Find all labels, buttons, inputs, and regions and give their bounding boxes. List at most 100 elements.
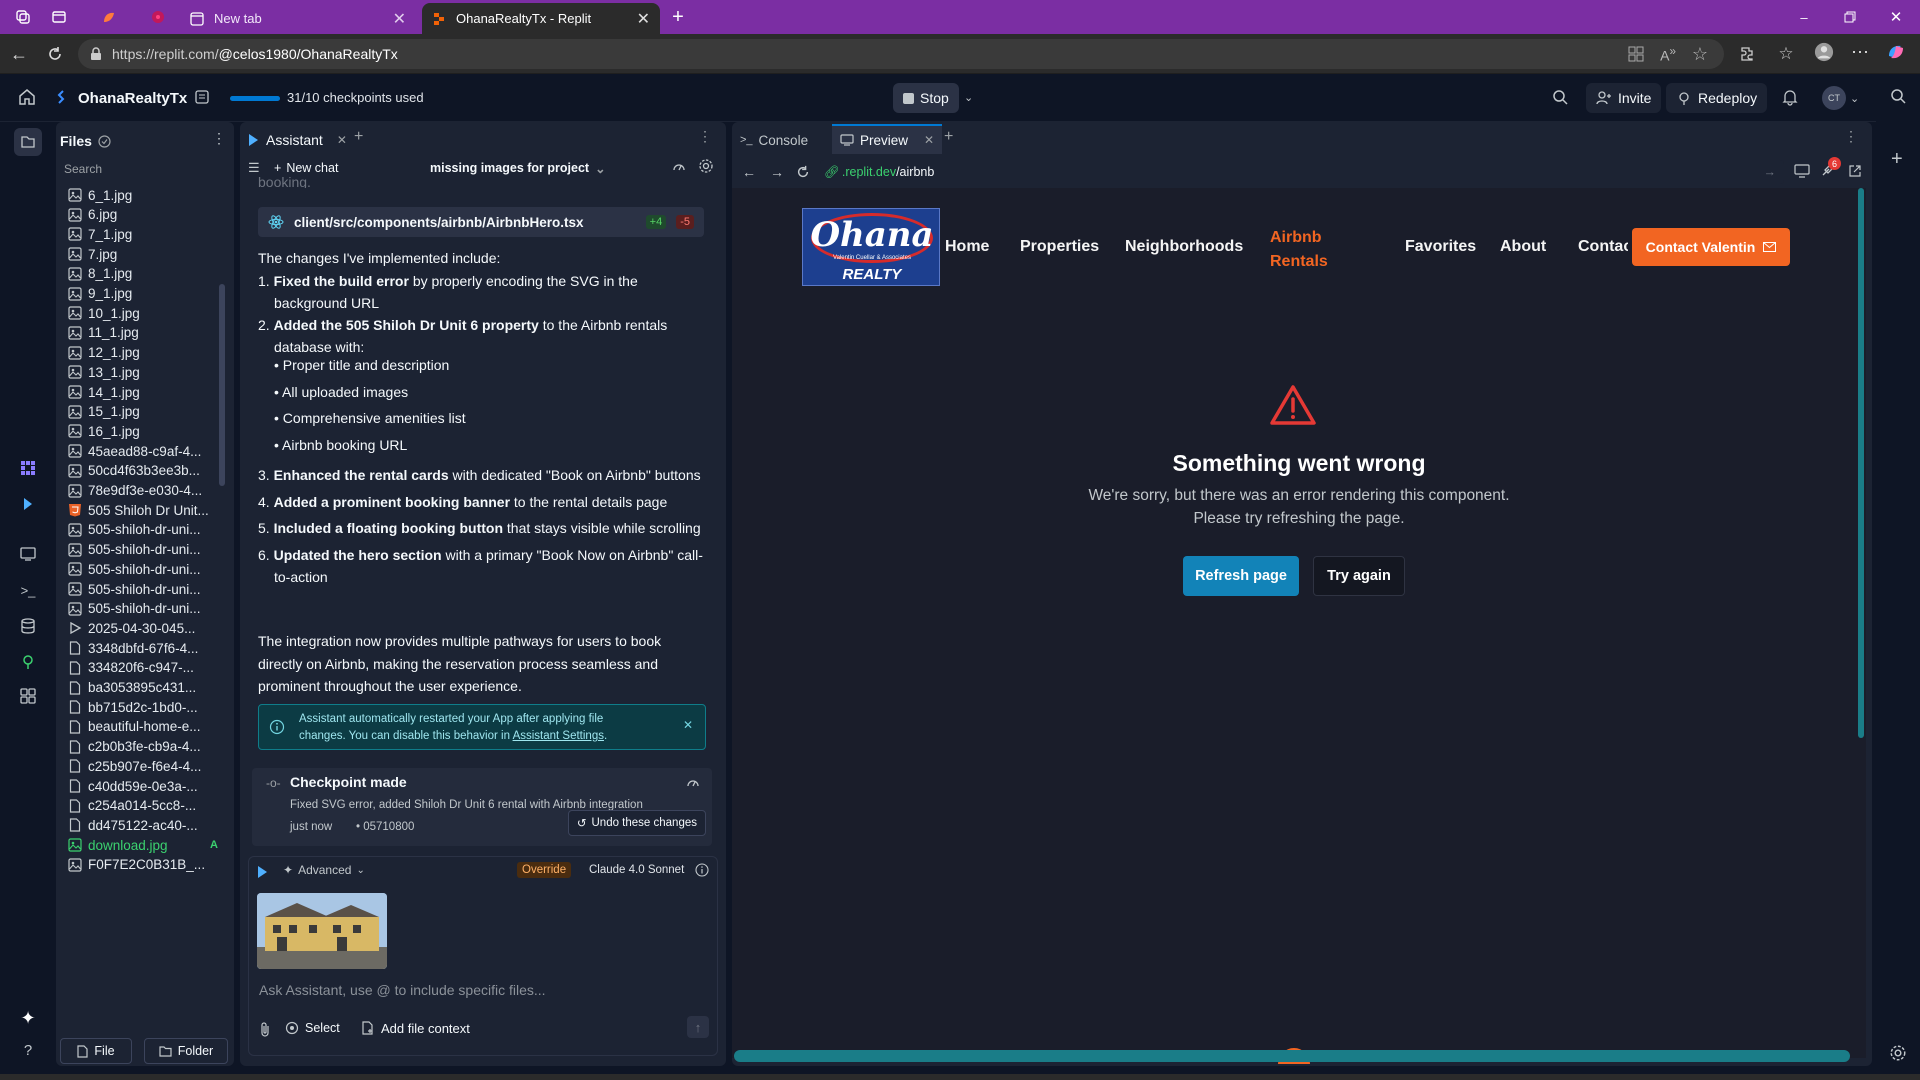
undo-changes-button[interactable]: ↺ Undo these changes [567, 810, 706, 836]
nav-neighborhoods[interactable]: Neighborhoods [1125, 238, 1243, 256]
file-item[interactable]: 13_1.jpg [68, 361, 218, 383]
app-available-icon[interactable] [1628, 46, 1644, 62]
file-item[interactable]: 6_1.jpg [68, 184, 218, 206]
shell-tool-icon[interactable]: >_ [16, 578, 40, 602]
override-badge[interactable]: Override [517, 862, 572, 878]
tab-preview[interactable]: Preview ✕ [832, 124, 943, 154]
sparkle-icon[interactable]: ✦ [16, 1006, 40, 1030]
select-element-button[interactable]: Select [285, 1017, 340, 1039]
kebab-menu-icon[interactable]: ⋮ [698, 128, 712, 145]
search-icon[interactable] [1890, 88, 1906, 104]
file-item[interactable]: 8_1.jpg [68, 263, 218, 285]
all-tools-icon[interactable] [16, 684, 40, 708]
file-item[interactable]: c40dd59e-0e3a-... [68, 775, 218, 797]
horizontal-scrollbar[interactable] [734, 1050, 1850, 1062]
webview-tool-icon[interactable] [16, 542, 40, 566]
file-item[interactable]: 6.jpg [68, 204, 218, 226]
file-item[interactable]: 16_1.jpg [68, 420, 218, 442]
more-menu-icon[interactable]: ⋯ [1850, 42, 1870, 62]
file-item[interactable]: 12_1.jpg [68, 342, 218, 364]
file-item[interactable]: c25b907e-f6e4-4... [68, 755, 218, 777]
file-item[interactable]: 505-shiloh-dr-uni... [68, 519, 218, 541]
refresh-page-button[interactable]: Refresh page [1183, 556, 1299, 596]
file-item[interactable]: 10_1.jpg [68, 302, 218, 324]
file-item[interactable]: 505-shiloh-dr-uni... [68, 539, 218, 561]
extensions-icon[interactable] [1737, 44, 1757, 64]
new-chat-button[interactable]: + New chat [274, 158, 338, 178]
chat-title-dropdown[interactable]: missing images for project ⌄ [430, 158, 606, 178]
help-icon[interactable]: ? [16, 1038, 40, 1062]
file-item[interactable]: dd475122-ac40-... [68, 814, 218, 836]
close-icon[interactable]: ✕ [924, 133, 934, 147]
notifications-icon[interactable] [1782, 88, 1798, 106]
deployments-tool-icon[interactable] [16, 650, 40, 674]
settings-gear-icon[interactable] [698, 158, 714, 174]
close-window-icon[interactable]: ✕ [1886, 7, 1906, 27]
reload-icon[interactable] [796, 165, 810, 179]
database-tool-icon[interactable] [16, 614, 40, 638]
checkpoint-history-icon[interactable] [194, 89, 210, 105]
nav-contact[interactable]: Contact [1578, 238, 1628, 256]
nav-properties[interactable]: Properties [1020, 238, 1099, 256]
profile-icon[interactable] [1814, 42, 1834, 62]
file-item[interactable]: 7_1.jpg [68, 223, 218, 245]
model-selector[interactable]: Claude 4.0 Sonnet [589, 864, 684, 876]
tab-actions-icon[interactable] [49, 7, 69, 27]
file-item[interactable]: beautiful-home-e... [68, 716, 218, 738]
add-file-context-button[interactable]: Add file context [361, 1017, 470, 1039]
file-item[interactable]: 3348dbfd-67f6-4... [68, 637, 218, 659]
checkpoint-restore-icon[interactable] [686, 776, 700, 790]
back-icon[interactable]: ← [742, 164, 756, 180]
arrow-right-icon[interactable]: → [1764, 165, 1777, 179]
file-item[interactable]: F0F7E2C0B31B_... [68, 854, 218, 876]
file-item[interactable]: 505-shiloh-dr-uni... [68, 598, 218, 620]
home-icon[interactable] [18, 88, 36, 106]
assistant-tool-icon[interactable] [16, 492, 40, 516]
logo[interactable]: Ohana Valentin Cuellar & Associates REAL… [802, 208, 940, 286]
read-aloud-icon[interactable]: A» [1660, 45, 1676, 64]
close-icon[interactable]: ✕ [683, 718, 693, 732]
file-item[interactable]: 7.jpg [68, 243, 218, 265]
copilot-icon[interactable] [1886, 42, 1906, 62]
agent-tool-icon[interactable] [16, 456, 40, 480]
paperclip-icon[interactable] [259, 1021, 271, 1037]
changed-file-chip[interactable]: client/src/components/airbnb/AirbnbHero.… [258, 207, 704, 237]
file-item[interactable]: 15_1.jpg [68, 401, 218, 423]
nav-about[interactable]: About [1500, 238, 1546, 256]
back-icon[interactable]: ← [9, 44, 29, 64]
file-item[interactable]: 11_1.jpg [68, 322, 218, 344]
favorites-icon[interactable]: ☆ [1776, 44, 1796, 64]
chat-history-icon[interactable]: ☰ [248, 160, 260, 176]
search-icon[interactable] [1552, 89, 1568, 105]
add-sidebar-app-icon[interactable]: + [1891, 148, 1903, 171]
file-item[interactable]: 334820f6-c947-... [68, 657, 218, 679]
tab-console[interactable]: >_ Console [740, 128, 808, 152]
stop-button[interactable]: Stop [893, 83, 959, 113]
restore-icon[interactable] [1840, 7, 1860, 27]
file-item[interactable]: c2b0b3fe-cb9a-4... [68, 736, 218, 758]
attached-image-thumbnail[interactable] [257, 893, 387, 969]
nav-home[interactable]: Home [945, 238, 989, 256]
file-item[interactable]: download.jpg A [68, 834, 218, 856]
close-icon[interactable]: ✕ [393, 9, 406, 29]
invite-button[interactable]: Invite [1586, 83, 1662, 113]
file-item[interactable]: ba3053895c431... [68, 677, 218, 699]
file-item[interactable]: bb715d2c-1bd0-... [68, 696, 218, 718]
address-bar[interactable]: https://replit.com/@celos1980/OhanaRealt… [78, 39, 1724, 69]
file-item[interactable]: 505-shiloh-dr-uni... [68, 578, 218, 600]
reload-icon[interactable] [45, 44, 65, 64]
kebab-menu-icon[interactable]: ⋮ [1844, 128, 1858, 145]
file-item[interactable]: 505 Shiloh Dr Unit... [68, 499, 218, 521]
file-item[interactable]: 45aead88-c9af-4... [68, 440, 218, 462]
new-tab-icon[interactable]: + [668, 6, 688, 28]
browser-tab-active[interactable]: OhanaRealtyTx - Replit ✕ [422, 3, 660, 34]
vertical-scrollbar[interactable] [1858, 188, 1864, 738]
close-icon[interactable]: ✕ [337, 133, 347, 147]
info-icon[interactable] [695, 863, 709, 877]
new-file-button[interactable]: File [60, 1038, 132, 1064]
advanced-toggle[interactable]: ✦ Advanced ⌄ [283, 863, 365, 877]
minimize-icon[interactable]: – [1794, 7, 1814, 27]
nav-favorites[interactable]: Favorites [1405, 238, 1476, 256]
device-preview-icon[interactable] [1794, 164, 1810, 178]
nav-airbnb-rentals[interactable]: Airbnb Rentals [1270, 226, 1328, 274]
